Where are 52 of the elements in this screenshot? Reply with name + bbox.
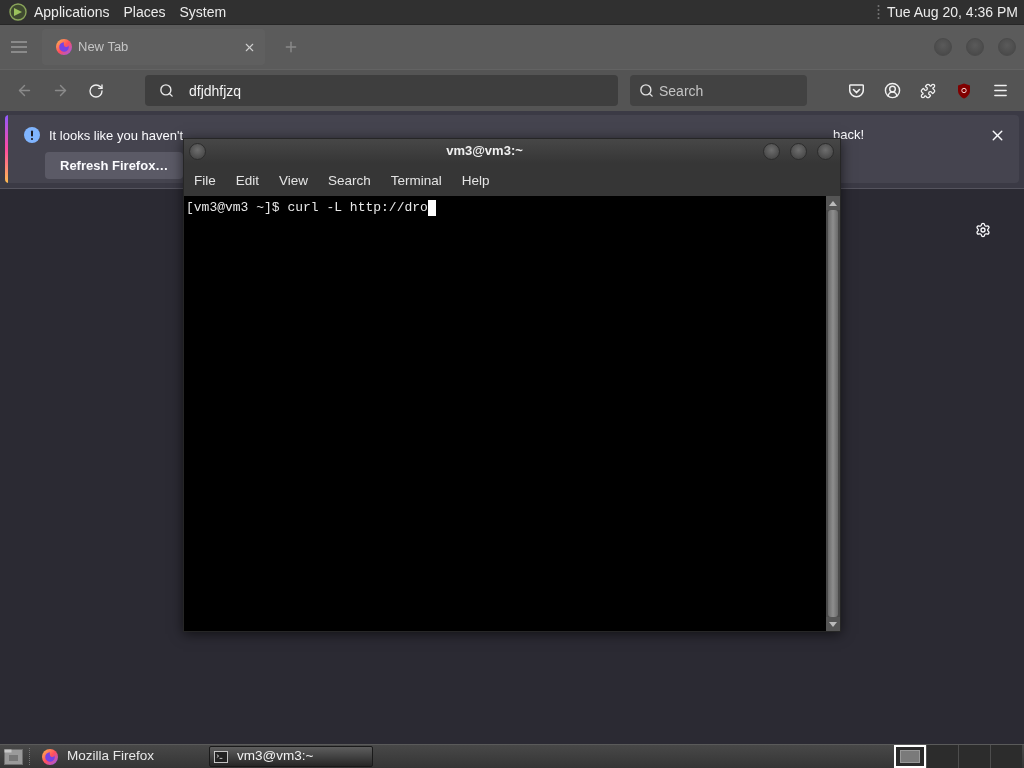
notification-message: It looks like you haven't xyxy=(49,128,183,143)
shield-icon xyxy=(957,82,971,99)
puzzle-icon xyxy=(920,82,936,99)
panel-menu[interactable]: Places xyxy=(116,0,173,25)
panel-menu[interactable]: Applications xyxy=(27,0,117,25)
menu-item[interactable]: Search xyxy=(318,171,381,192)
cursor-block xyxy=(427,199,436,216)
settings-button[interactable] xyxy=(975,222,991,238)
window-button[interactable] xyxy=(817,142,834,160)
search-icon xyxy=(159,83,174,98)
window-menu-button[interactable] xyxy=(189,142,206,160)
clock-text[interactable]: Tue Aug 20, 4:36 PM xyxy=(887,1,1024,23)
desktop-icon xyxy=(3,748,23,765)
taskbar-button[interactable]: vm3@vm3:~ xyxy=(209,746,373,767)
panel-menu[interactable]: System xyxy=(172,0,234,25)
menu-item[interactable]: Terminal xyxy=(380,171,452,192)
menu-item[interactable]: Edit xyxy=(225,171,270,192)
play-logo-icon[interactable] xyxy=(9,3,27,21)
taskbar-button[interactable]: Mozilla Firefox xyxy=(37,746,201,767)
down-arrow-icon xyxy=(829,621,837,627)
scrollbar[interactable] xyxy=(826,196,840,631)
firefox-logo-icon xyxy=(56,39,72,55)
handle-icon xyxy=(877,4,880,20)
pocket-icon xyxy=(848,83,864,98)
window-button[interactable] xyxy=(790,142,807,160)
scroll-up-button[interactable] xyxy=(826,196,840,210)
list-icon xyxy=(10,40,28,54)
menu-item[interactable]: File xyxy=(184,171,226,192)
settings-icon xyxy=(975,222,991,238)
window-thumbnail-icon xyxy=(900,750,920,763)
window-title: vm3@vm3:~ xyxy=(445,142,524,161)
terminal-icon xyxy=(214,750,228,763)
refresh-button[interactable]: Refresh Firefox… xyxy=(45,152,184,179)
up-arrow-icon xyxy=(829,200,837,206)
notification-message: back! xyxy=(833,126,865,145)
window-button[interactable] xyxy=(763,142,780,160)
user-icon xyxy=(883,82,901,99)
search-icon xyxy=(639,83,654,98)
firefox-logo-icon xyxy=(42,748,58,765)
plus-icon xyxy=(283,39,299,55)
scrollbar-thumb[interactable] xyxy=(828,210,838,617)
terminal-line: [vm3@vm3 ~]$ curl -L http://dro xyxy=(186,199,428,216)
browser-tab[interactable]: New Tab xyxy=(42,29,265,65)
address-field[interactable]: dfjdhfjzq xyxy=(145,75,618,106)
menu-item[interactable]: View xyxy=(269,171,319,192)
reload-icon xyxy=(88,82,104,99)
search-field[interactable]: Search xyxy=(630,75,807,106)
terminal-screen[interactable]: [vm3@vm3 ~]$ curl -L http://dro xyxy=(184,196,826,631)
menu-icon xyxy=(991,82,1009,99)
scroll-down-button[interactable] xyxy=(826,617,840,631)
info-icon xyxy=(24,127,40,143)
menu-item[interactable]: Help xyxy=(451,171,500,192)
